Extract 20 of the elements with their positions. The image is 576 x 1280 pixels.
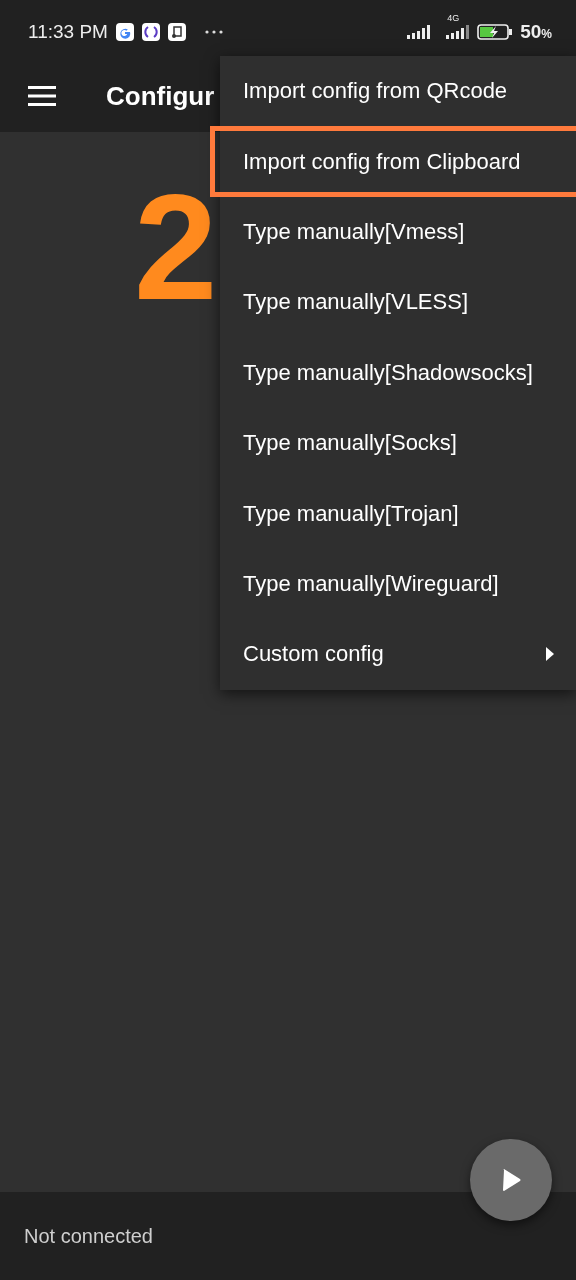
app-notification-icon (167, 23, 186, 41)
menu-item[interactable]: Type manually[Socks] (220, 407, 576, 479)
menu-item[interactable]: Type manually[Shadowsocks] (220, 337, 576, 408)
menu-item[interactable]: Type manually[Vmess] (220, 196, 576, 268)
menu-item[interactable]: Type manually[Wireguard] (220, 548, 576, 620)
sync-notification-icon (141, 23, 160, 41)
menu-item[interactable]: Import config from QRcode (220, 56, 576, 127)
battery-charging-icon (477, 24, 514, 40)
connection-status: Not connected (24, 1224, 153, 1248)
more-notifications-icon (204, 30, 223, 34)
app-title: Configur (106, 80, 215, 112)
menu-item[interactable]: Custom config (220, 619, 576, 690)
submenu-arrow-icon (546, 647, 554, 662)
status-time: 11:33 PM (28, 21, 108, 43)
network-type-label: 4G (447, 13, 460, 23)
menu-item[interactable]: Type manually[VLESS] (220, 267, 576, 338)
battery-percent: 50% (520, 21, 552, 43)
menu-item[interactable]: Import config from Clipboard (210, 126, 576, 197)
google-notification-icon (115, 23, 134, 41)
menu-item[interactable]: Type manually[Trojan] (220, 478, 576, 549)
